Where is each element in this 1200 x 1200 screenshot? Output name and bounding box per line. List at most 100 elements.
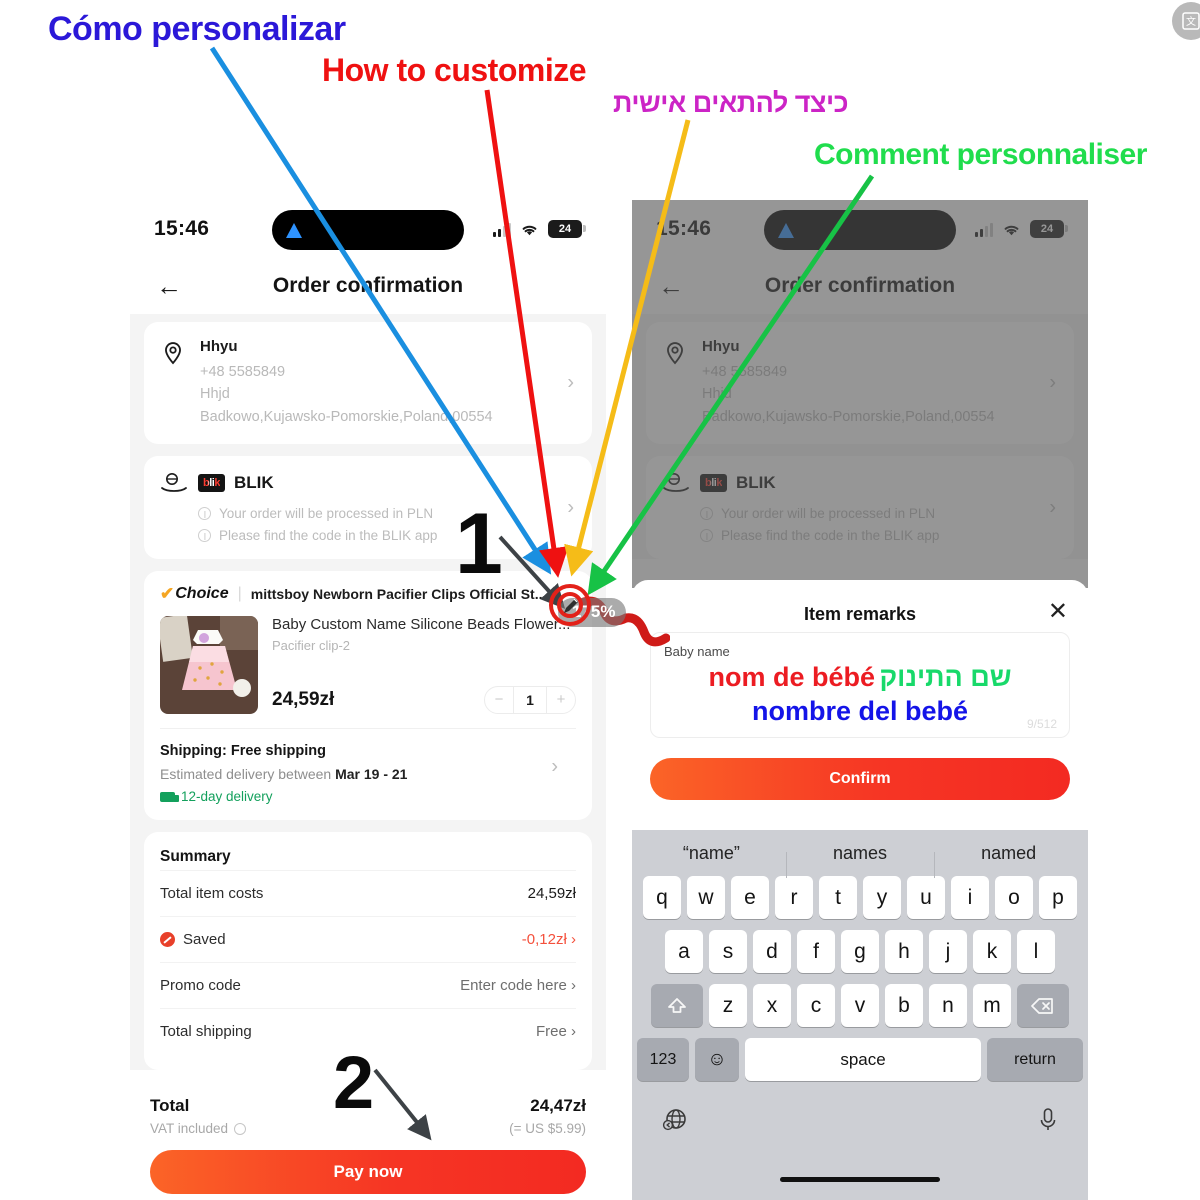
- vat-note: VAT included: [150, 1121, 247, 1136]
- key-e[interactable]: e: [731, 876, 769, 919]
- summary-card: Summary Total item costs 24,59zł Saved -…: [144, 832, 592, 1071]
- product-title: Baby Custom Name Silicone Beads Flower..…: [272, 616, 571, 634]
- quantity-decrease-button[interactable]: −: [485, 687, 513, 713]
- numbers-key[interactable]: 123: [637, 1038, 689, 1081]
- summary-label: Saved: [183, 931, 226, 949]
- phone-screenshot-right: 15:46 24 ← Order confirmation: [632, 200, 1088, 1200]
- microphone-icon[interactable]: [1037, 1106, 1059, 1139]
- check-icon: ✔: [160, 584, 175, 604]
- space-key[interactable]: space: [745, 1038, 981, 1081]
- return-key[interactable]: return: [987, 1038, 1083, 1081]
- key-s[interactable]: s: [709, 930, 747, 973]
- shipping-block[interactable]: Shipping: Free shipping Estimated delive…: [160, 728, 576, 804]
- app-header-left: ← Order confirmation: [130, 258, 606, 314]
- payment-method-name: BLIK: [233, 473, 274, 493]
- navigation-arrow-icon: [286, 222, 302, 238]
- prediction-item-1[interactable]: “name”: [637, 843, 786, 864]
- location-pin-icon: [165, 342, 181, 365]
- chevron-right-icon[interactable]: ›: [571, 977, 576, 994]
- key-j[interactable]: j: [929, 930, 967, 973]
- key-k[interactable]: k: [973, 930, 1011, 973]
- key-w[interactable]: w: [687, 876, 725, 919]
- key-v[interactable]: v: [841, 984, 879, 1027]
- prediction-item-3[interactable]: named: [934, 843, 1083, 878]
- key-h[interactable]: h: [885, 930, 923, 973]
- emoji-smiley-icon[interactable]: ☺: [695, 1038, 739, 1081]
- key-g[interactable]: g: [841, 930, 879, 973]
- chevron-right-icon[interactable]: ›: [571, 931, 576, 948]
- summary-row-promo-code[interactable]: Promo code Enter code here ›: [160, 962, 576, 1008]
- keyboard-row-2: a s d f g h j k l: [637, 930, 1083, 973]
- wallet-icon: [161, 473, 187, 493]
- key-q[interactable]: q: [643, 876, 681, 919]
- prediction-item-2[interactable]: names: [785, 843, 935, 878]
- quantity-increase-button[interactable]: +: [547, 687, 575, 713]
- key-a[interactable]: a: [665, 930, 703, 973]
- shipping-estimate: Estimated delivery between Mar 19 - 21: [160, 766, 408, 783]
- key-f[interactable]: f: [797, 930, 835, 973]
- info-icon[interactable]: [234, 1122, 247, 1135]
- chevron-right-icon[interactable]: ›: [567, 496, 574, 519]
- confirm-button[interactable]: Confirm: [650, 757, 1070, 800]
- modal-backdrop[interactable]: [632, 200, 1088, 588]
- key-x[interactable]: x: [753, 984, 791, 1027]
- key-c[interactable]: c: [797, 984, 835, 1027]
- key-m[interactable]: m: [973, 984, 1011, 1027]
- backspace-icon[interactable]: [1017, 984, 1069, 1027]
- key-n[interactable]: n: [929, 984, 967, 1027]
- key-i[interactable]: i: [951, 876, 989, 919]
- key-b[interactable]: b: [885, 984, 923, 1027]
- key-o[interactable]: o: [995, 876, 1033, 919]
- status-bar-left: 15:46 24: [130, 200, 606, 258]
- choice-badge: ✔ Choice: [160, 584, 229, 604]
- payment-card[interactable]: blik BLIK › Your order will be processed…: [144, 456, 592, 560]
- address-line1: Hhjd: [200, 386, 230, 403]
- total-label: Total: [150, 1096, 190, 1116]
- globe-language-icon[interactable]: [661, 1106, 689, 1139]
- address-phone: +48 5585849: [200, 364, 286, 380]
- key-d[interactable]: d: [753, 930, 791, 973]
- quantity-stepper[interactable]: − 1 +: [484, 686, 576, 715]
- summary-row-saved[interactable]: Saved -0,12zł ›: [160, 916, 576, 962]
- pencil-edit-icon[interactable]: [560, 595, 582, 617]
- summary-value: 24,59zł: [527, 885, 576, 903]
- chevron-right-icon[interactable]: ›: [567, 372, 574, 395]
- summary-value: Free ›: [535, 1023, 576, 1041]
- summary-value: Enter code here ›: [460, 977, 576, 995]
- address-card[interactable]: Hhyu +48 5585849 Hhjd Badkowo,Kujawsko-P…: [144, 322, 592, 445]
- annotation-label-english: How to customize: [322, 52, 587, 88]
- store-row[interactable]: ✔ Choice | mittsboy Newborn Pacifier Clip…: [160, 584, 576, 616]
- status-time: 15:46: [154, 217, 210, 240]
- total-usd-equivalent: (= US $5.99): [509, 1121, 586, 1137]
- key-t[interactable]: t: [819, 876, 857, 919]
- blik-logo-badge: blik: [198, 474, 225, 493]
- divider: |: [237, 585, 242, 603]
- key-z[interactable]: z: [709, 984, 747, 1027]
- chevron-right-icon[interactable]: ›: [571, 1023, 576, 1040]
- key-r[interactable]: r: [775, 876, 813, 919]
- key-l[interactable]: l: [1017, 930, 1055, 973]
- shift-arrow-icon[interactable]: [651, 984, 703, 1027]
- close-icon[interactable]: ✕: [1048, 600, 1068, 624]
- summary-value: -0,12zł ›: [521, 931, 576, 949]
- keyboard-bottom-bar: [637, 1092, 1083, 1139]
- remark-input-field[interactable]: Baby name nom de bébé שם התינוק nombre d…: [650, 632, 1070, 738]
- product-thumbnail[interactable]: [160, 616, 258, 715]
- remark-field-label: Baby name: [664, 644, 730, 659]
- key-y[interactable]: y: [863, 876, 901, 919]
- character-counter: 9/512: [1026, 716, 1057, 731]
- remark-value-hebrew: שם התינוק: [879, 662, 1012, 692]
- signal-bars-icon: [493, 222, 511, 237]
- translate-icon[interactable]: 文: [1172, 2, 1200, 40]
- product-card[interactable]: ✔ Choice | mittsboy Newborn Pacifier Clip…: [144, 571, 592, 821]
- key-u[interactable]: u: [907, 876, 945, 919]
- chevron-right-icon[interactable]: ›: [551, 756, 558, 779]
- summary-title: Summary: [160, 848, 231, 866]
- order-body-left: Hhyu +48 5585849 Hhjd Badkowo,Kujawsko-P…: [130, 314, 606, 1071]
- pay-now-button[interactable]: Pay now: [150, 1150, 586, 1195]
- home-indicator: [780, 1177, 940, 1182]
- back-arrow-icon[interactable]: ←: [156, 273, 182, 299]
- product-price: 24,59zł: [272, 689, 335, 711]
- product-variant: Pacifier clip-2: [272, 638, 351, 654]
- key-p[interactable]: p: [1039, 876, 1077, 919]
